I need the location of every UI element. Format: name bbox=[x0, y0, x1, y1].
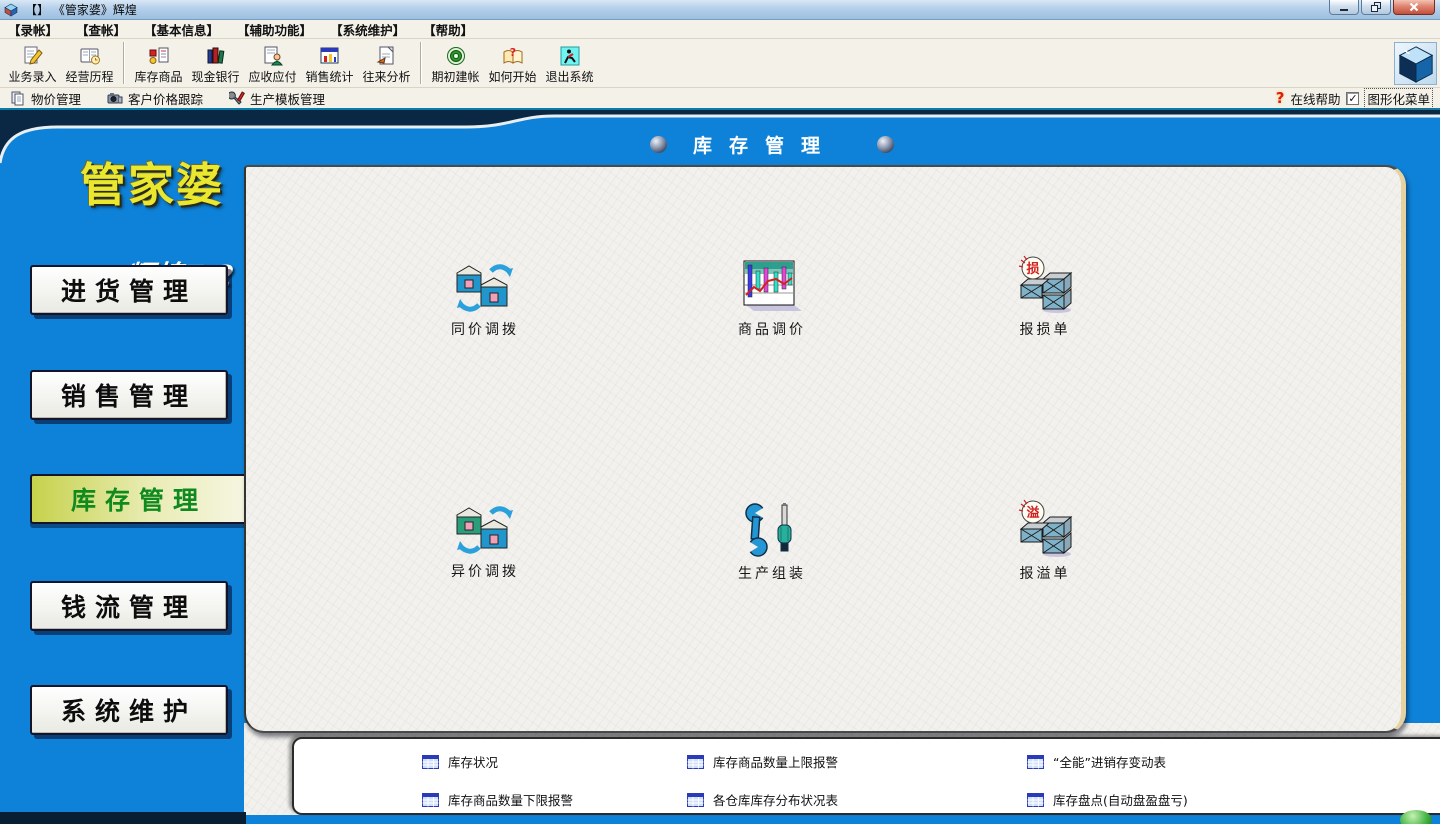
table-icon bbox=[687, 793, 704, 807]
sidebar-item-inventory[interactable]: 库存管理 bbox=[30, 474, 246, 524]
svg-text:损: 损 bbox=[1026, 261, 1039, 277]
sidebar-item-cashflow[interactable]: 钱流管理 bbox=[30, 581, 228, 631]
online-help-link[interactable]: 在线帮助 bbox=[1290, 89, 1340, 108]
menu-item-record[interactable]: 【录帐】 bbox=[8, 20, 58, 39]
business-entry-icon bbox=[22, 45, 44, 67]
toolbar-item-receivable-payable[interactable]: 应收应付 bbox=[244, 40, 301, 85]
sidebar-bottom-shadow bbox=[0, 812, 246, 824]
link-lower-limit-alert[interactable]: 库存商品数量下限报警 bbox=[422, 790, 573, 809]
app-icon bbox=[4, 3, 18, 17]
goods-price-adjust-icon bbox=[740, 259, 804, 315]
close-button[interactable] bbox=[1393, 0, 1435, 15]
sidebar-item-sales[interactable]: 销售管理 bbox=[30, 370, 228, 420]
link-warehouse-distribution[interactable]: 各仓库库存分布状况表 bbox=[687, 790, 838, 809]
close-icon bbox=[1409, 2, 1419, 12]
production-assembly-icon bbox=[740, 503, 804, 559]
menu-item-auxiliary[interactable]: 【辅助功能】 bbox=[237, 20, 312, 39]
content-panel: 同价调拨 商品调价 bbox=[244, 165, 1406, 733]
decor-green-orb bbox=[1400, 810, 1432, 824]
window-controls bbox=[1327, 0, 1435, 15]
subtoolbar-item-price-management[interactable]: 物价管理 bbox=[10, 89, 81, 108]
subtoolbar-right-group: ? 在线帮助 ✓ 图形化菜单 bbox=[1276, 89, 1432, 108]
check-icon: ✓ bbox=[1348, 93, 1357, 104]
menu-item-inquiry[interactable]: 【查帐】 bbox=[76, 20, 126, 39]
shortcut-loss-report[interactable]: 损 报损单 bbox=[970, 255, 1120, 339]
subtoolbar-item-production-template[interactable]: 生产模板管理 bbox=[229, 89, 325, 108]
svg-text:溢: 溢 bbox=[1026, 505, 1039, 521]
operation-history-icon bbox=[79, 45, 101, 67]
sales-statistics-icon bbox=[319, 45, 341, 67]
link-stocktake[interactable]: 库存盘点(自动盘盈盘亏) bbox=[1027, 790, 1188, 809]
graphic-menu-label[interactable]: 图形化菜单 bbox=[1365, 89, 1432, 108]
shortcut-overflow-report[interactable]: 溢 报溢单 bbox=[970, 499, 1120, 583]
restore-button[interactable] bbox=[1361, 0, 1391, 15]
toolbar-item-inventory-goods[interactable]: 库存商品 bbox=[130, 40, 187, 85]
customer-price-tracking-icon bbox=[107, 90, 123, 106]
decor-sphere-icon bbox=[877, 136, 894, 153]
initial-account-icon bbox=[445, 45, 467, 67]
toolbar-item-business-entry[interactable]: 业务录入 bbox=[4, 40, 61, 85]
shortcut-production-assembly[interactable]: 生产组装 bbox=[697, 503, 847, 583]
contact-analysis-icon bbox=[376, 45, 398, 67]
inventory-goods-icon bbox=[148, 45, 170, 67]
app-window: 【】 《管家婆》辉煌 【录帐】 【查帐】 【基本信息】 【辅助功能】 【系统维护… bbox=[0, 0, 1440, 824]
links-panel: 库存状况 库存商品数量上限报警 “全能”进销存变动表 库存商品数量下限报警 各仓… bbox=[292, 737, 1440, 815]
shortcut-goods-price-adjust[interactable]: 商品调价 bbox=[697, 259, 847, 339]
toolbar-separator bbox=[420, 42, 422, 84]
toolbar-item-sales-statistics[interactable]: 销售统计 bbox=[301, 40, 358, 85]
price-management-icon bbox=[10, 90, 26, 106]
shortcut-same-price-transfer[interactable]: 同价调拨 bbox=[410, 259, 560, 339]
same-price-transfer-icon bbox=[453, 259, 517, 315]
cube-icon bbox=[1396, 44, 1436, 84]
toolbar-item-contact-analysis[interactable]: 往来分析 bbox=[358, 40, 415, 85]
table-icon bbox=[1027, 755, 1044, 769]
sub-toolbar: 物价管理 客户价格跟踪 生产模板管理 ? 在线帮助 ✓ 图形化菜单 bbox=[0, 88, 1440, 110]
menu-item-basic-info[interactable]: 【基本信息】 bbox=[144, 20, 219, 39]
shortcut-diff-price-transfer[interactable]: 异价调拨 bbox=[410, 501, 560, 581]
toolbar-item-operation-history[interactable]: 经营历程 bbox=[61, 40, 118, 85]
exit-system-icon bbox=[559, 45, 581, 67]
main-toolbar: 业务录入 经营历程 库存商品 bbox=[0, 39, 1440, 88]
table-icon bbox=[422, 793, 439, 807]
subtoolbar-item-customer-price-tracking[interactable]: 客户价格跟踪 bbox=[107, 89, 203, 108]
minimize-button[interactable] bbox=[1329, 0, 1359, 15]
minimize-icon bbox=[1339, 3, 1349, 12]
restore-icon bbox=[1371, 2, 1382, 12]
titlebar: 【】 《管家婆》辉煌 bbox=[0, 0, 1440, 20]
cash-bank-icon bbox=[205, 45, 227, 67]
link-allpowerful-change-table[interactable]: “全能”进销存变动表 bbox=[1027, 752, 1166, 771]
menu-item-system-maintain[interactable]: 【系统维护】 bbox=[330, 20, 405, 39]
graphic-menu-checkbox[interactable]: ✓ bbox=[1346, 92, 1359, 105]
loss-report-icon: 损 bbox=[1013, 255, 1077, 315]
link-inventory-status[interactable]: 库存状况 bbox=[422, 752, 498, 771]
toolbar-item-exit-system[interactable]: 退出系统 bbox=[541, 40, 598, 85]
table-icon bbox=[687, 755, 704, 769]
overflow-report-icon: 溢 bbox=[1013, 499, 1077, 559]
how-to-start-icon: ? bbox=[502, 45, 524, 67]
link-upper-limit-alert[interactable]: 库存商品数量上限报警 bbox=[687, 752, 838, 771]
sidebar-item-system-maintain[interactable]: 系统维护 bbox=[30, 685, 228, 735]
diff-price-transfer-icon bbox=[453, 501, 517, 557]
help-question-icon[interactable]: ? bbox=[1276, 89, 1285, 107]
window-title: 【】 《管家婆》辉煌 bbox=[25, 1, 137, 18]
svg-text:?: ? bbox=[509, 46, 515, 59]
toolbar-item-cash-bank[interactable]: 现金银行 bbox=[187, 40, 244, 85]
brand-cube-logo bbox=[1394, 42, 1437, 85]
toolbar-item-how-to-start[interactable]: ? 如何开始 bbox=[484, 40, 541, 85]
brand-logo-text: 管家婆 bbox=[80, 149, 224, 215]
menu-item-help[interactable]: 【帮助】 bbox=[423, 20, 473, 39]
toolbar-item-initial-account[interactable]: 期初建帐 bbox=[427, 40, 484, 85]
toolbar-separator bbox=[123, 42, 125, 84]
menu-bar: 【录帐】 【查帐】 【基本信息】 【辅助功能】 【系统维护】 【帮助】 bbox=[0, 20, 1440, 39]
table-icon bbox=[1027, 793, 1044, 807]
main-area: 管家婆 辉煌7.2 进货管理 销售管理 库存管理 钱流管理 系统维护 库存管理 bbox=[0, 111, 1440, 824]
production-template-icon bbox=[229, 90, 245, 106]
table-icon bbox=[422, 755, 439, 769]
receivable-payable-icon bbox=[262, 45, 284, 67]
sidebar-item-purchase[interactable]: 进货管理 bbox=[30, 265, 228, 315]
